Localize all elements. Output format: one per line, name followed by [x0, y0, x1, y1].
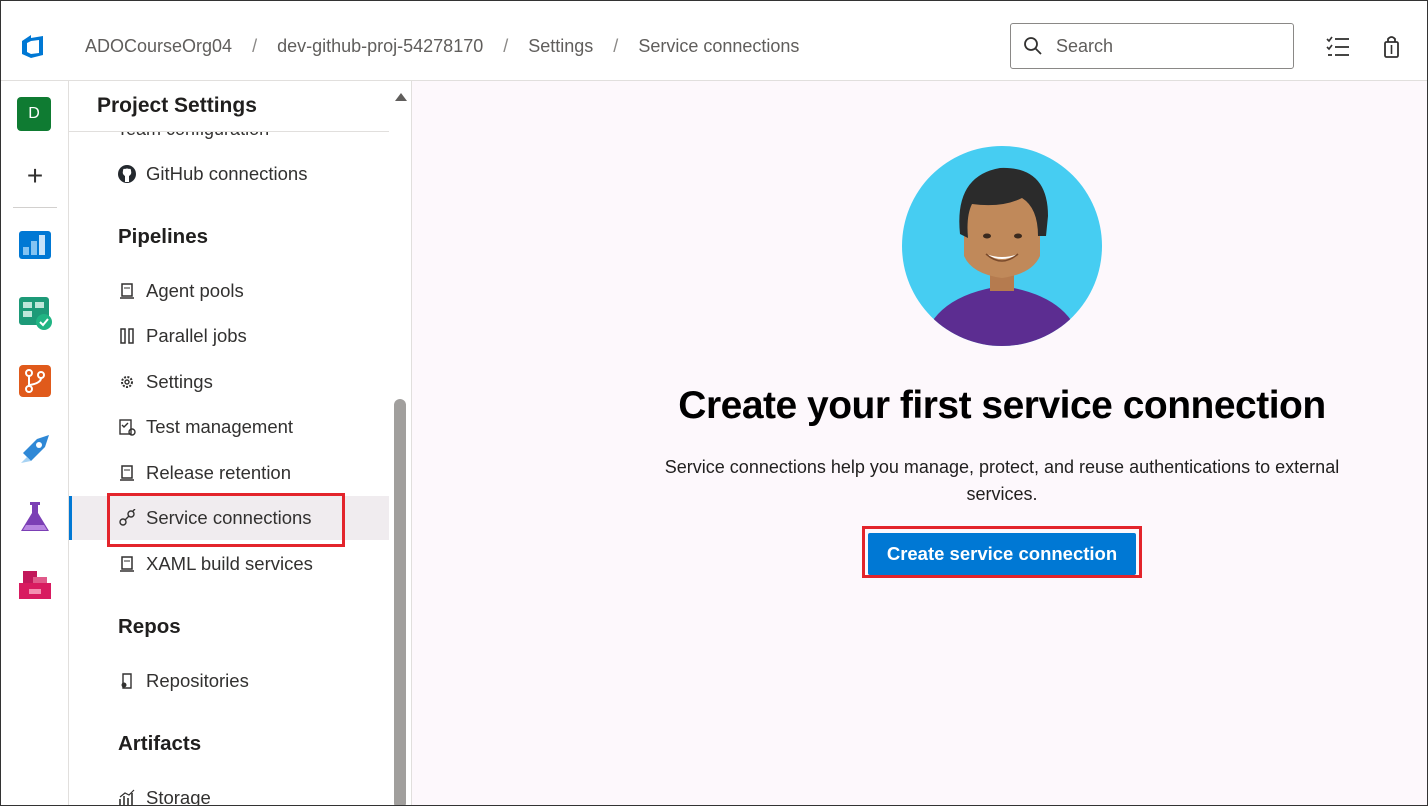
breadcrumb-separator: / — [503, 36, 509, 56]
sidebar-title: Project Settings — [97, 94, 257, 117]
highlight-box-create-button — [862, 526, 1142, 578]
search-icon — [1024, 37, 1042, 55]
highlight-box-service-connections — [107, 493, 345, 547]
sidebar-item-storage[interactable]: Storage — [69, 776, 389, 806]
sidebar-scroll-thumb[interactable] — [394, 399, 406, 805]
artifacts-icon[interactable] — [17, 567, 53, 603]
breadcrumb-project[interactable]: dev-github-proj-54278170 — [277, 36, 483, 57]
sidebar-item-github-connections[interactable]: GitHub connections — [69, 152, 389, 196]
search-box[interactable] — [1010, 23, 1294, 69]
xaml-build-icon — [117, 554, 137, 574]
breadcrumb-separator: / — [613, 36, 619, 56]
sidebar-item-label: Test management — [146, 416, 294, 437]
group-title-pipelines: Pipelines — [118, 225, 209, 248]
sidebar-item-xaml-build-services[interactable]: XAML build services — [69, 542, 389, 586]
scroll-up-arrow-icon[interactable] — [395, 93, 407, 101]
github-icon — [117, 164, 137, 184]
repos-icon[interactable] — [17, 363, 53, 399]
sidebar-item-agent-pools[interactable]: Agent pools — [69, 269, 389, 313]
task-list-icon[interactable] — [1325, 35, 1351, 59]
sidebar-item-label: Settings — [146, 371, 213, 392]
breadcrumb-current[interactable]: Service connections — [638, 36, 799, 57]
sidebar-item-repositories[interactable]: Repositories — [69, 659, 389, 703]
storage-chart-icon — [117, 788, 137, 805]
sidebar-item-settings[interactable]: Settings — [69, 360, 389, 404]
agent-pool-icon — [117, 281, 137, 301]
sidebar-item-label: Repositories — [146, 670, 249, 691]
breadcrumb-separator: / — [252, 36, 258, 56]
add-icon[interactable]: + — [17, 159, 53, 195]
azure-devops-logo-icon[interactable] — [19, 31, 51, 63]
sidebar-item-parallel-jobs[interactable]: Parallel jobs — [69, 314, 389, 358]
gear-icon — [117, 372, 137, 392]
sidebar-item-label: Parallel jobs — [146, 325, 247, 346]
sidebar-item-release-retention[interactable]: Release retention — [69, 451, 389, 495]
app-rail: D + — [1, 81, 69, 805]
top-header: ADOCourseOrg04 / dev-github-proj-54278170 /… — [1, 1, 1427, 81]
window-frame: ADOCourseOrg04 / dev-github-proj-54278170 /… — [0, 0, 1428, 806]
sidebar-item-label: GitHub connections — [146, 163, 308, 184]
sidebar-item-label: XAML build services — [146, 553, 313, 574]
shopping-bag-icon[interactable] — [1379, 35, 1405, 59]
project-avatar[interactable]: D — [17, 97, 53, 133]
empty-state-description: Service connections help you manage, pro… — [664, 457, 1340, 504]
test-plans-icon[interactable] — [17, 499, 53, 535]
main-content: Create your first service connection Ser… — [412, 81, 1427, 805]
project-settings-sidebar: Project Settings Team configuration GitH… — [69, 81, 412, 806]
boards-icon[interactable] — [17, 227, 53, 263]
pipelines-icon[interactable] — [17, 431, 53, 467]
rail-divider — [13, 207, 57, 208]
sidebar-item-label: Release retention — [146, 462, 292, 483]
group-title-repos: Repos — [118, 615, 181, 638]
sidebar-item-label: Storage — [146, 787, 211, 806]
sidebar-divider — [69, 131, 389, 132]
sidebar-item-team-configuration[interactable]: Team configuration — [117, 132, 269, 140]
empty-state-title: Create your first service connection — [678, 384, 1326, 427]
parallel-jobs-icon — [117, 326, 137, 346]
project-avatar-letter: D — [17, 97, 51, 131]
person-illustration — [902, 146, 1102, 346]
breadcrumb: ADOCourseOrg04 / dev-github-proj-54278170 /… — [85, 36, 799, 57]
test-board-icon[interactable] — [17, 295, 53, 331]
group-title-artifacts: Artifacts — [118, 732, 202, 755]
sidebar-item-label: Agent pools — [146, 280, 244, 301]
breadcrumb-org[interactable]: ADOCourseOrg04 — [85, 36, 232, 57]
release-retention-icon — [117, 463, 137, 483]
repository-icon — [117, 671, 137, 691]
sidebar-item-test-management[interactable]: Test management — [69, 405, 389, 449]
test-management-icon — [117, 417, 137, 437]
search-input[interactable] — [1056, 32, 1286, 60]
breadcrumb-settings[interactable]: Settings — [528, 36, 593, 57]
